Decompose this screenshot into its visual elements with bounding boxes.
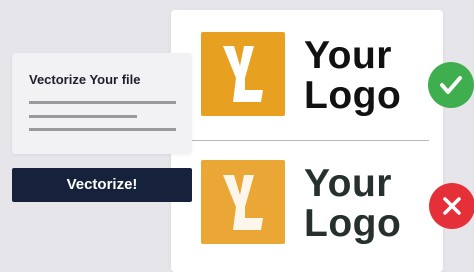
crisp-logo: Your Logo — [201, 32, 441, 118]
placeholder-line — [29, 101, 176, 104]
x-icon — [429, 183, 474, 229]
placeholder-line — [29, 128, 176, 131]
logo-comparison-card: Your Logo Your Logo — [171, 10, 443, 272]
logo-line-1: Your — [304, 162, 392, 205]
yl-monogram-icon — [201, 32, 285, 116]
logo-mark-blurry — [201, 160, 285, 244]
logo-line-2: Logo — [304, 202, 402, 245]
divider — [191, 140, 429, 141]
logo-mark-crisp — [201, 32, 285, 116]
vectorize-panel: Vectorize Your file — [12, 53, 192, 154]
check-icon — [428, 62, 474, 108]
blurry-logo: Your Logo — [201, 160, 441, 246]
vectorize-button[interactable]: Vectorize! — [12, 168, 192, 202]
logo-line-2: Logo — [304, 74, 402, 117]
logo-wordmark-blurry: Your Logo — [304, 164, 444, 244]
panel-title: Vectorize Your file — [29, 72, 141, 87]
logo-line-1: Your — [304, 34, 392, 77]
yl-monogram-icon — [201, 160, 285, 244]
logo-wordmark-crisp: Your Logo — [304, 36, 444, 116]
placeholder-line — [29, 115, 137, 118]
